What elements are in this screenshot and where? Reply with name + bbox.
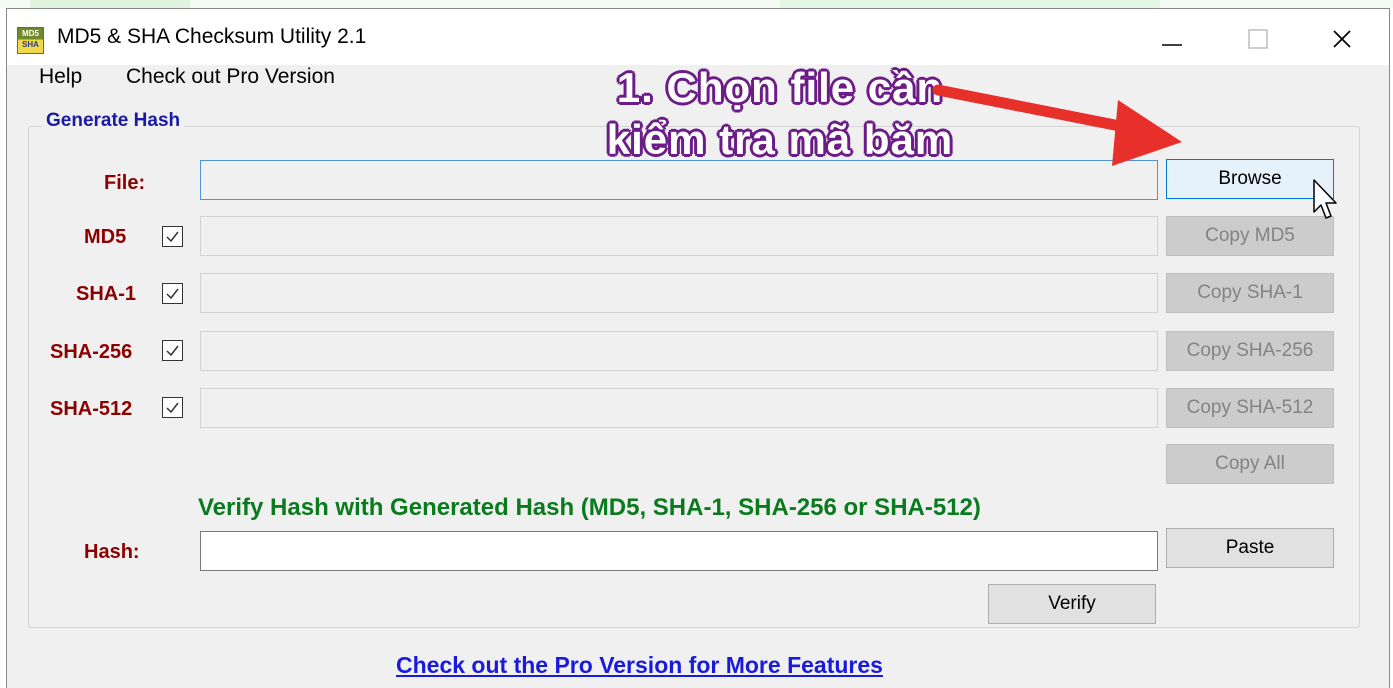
window-title: MD5 & SHA Checksum Utility 2.1 bbox=[57, 25, 367, 48]
check-icon bbox=[166, 402, 179, 414]
copy-md5-button[interactable]: Copy MD5 bbox=[1166, 216, 1334, 256]
annotation-callout: 1. Chọn file cần kiểm tra mã băm bbox=[590, 62, 970, 166]
maximize-button[interactable] bbox=[1223, 17, 1293, 61]
mouse-cursor-icon bbox=[1313, 179, 1337, 219]
sha512-output-field[interactable] bbox=[200, 388, 1158, 428]
sha512-checkbox[interactable] bbox=[162, 397, 183, 418]
menu-check-out-pro[interactable]: Check out Pro Version bbox=[126, 65, 335, 89]
sha1-checkbox[interactable] bbox=[162, 283, 183, 304]
copy-sha256-button[interactable]: Copy SHA-256 bbox=[1166, 331, 1334, 371]
check-icon bbox=[166, 231, 179, 243]
file-label: File: bbox=[104, 172, 146, 194]
close-button[interactable] bbox=[1307, 17, 1377, 61]
hash-input[interactable] bbox=[200, 531, 1158, 571]
app-icon: MD5 SHA bbox=[17, 27, 44, 54]
md5-label: MD5 bbox=[84, 226, 127, 248]
annotation-arrow-icon bbox=[932, 84, 1182, 166]
generate-hash-title: Generate Hash bbox=[42, 110, 185, 132]
sha256-checkbox[interactable] bbox=[162, 340, 183, 361]
verify-button[interactable]: Verify bbox=[988, 584, 1156, 624]
menu-help[interactable]: Help bbox=[39, 65, 82, 89]
sha256-label: SHA-256 bbox=[50, 341, 133, 363]
paste-button[interactable]: Paste bbox=[1166, 528, 1334, 568]
check-icon bbox=[166, 345, 179, 357]
copy-sha1-button[interactable]: Copy SHA-1 bbox=[1166, 273, 1334, 313]
md5-output-field[interactable] bbox=[200, 216, 1158, 256]
annotation-line-2: kiểm tra mã băm bbox=[606, 116, 954, 163]
maximize-icon bbox=[1248, 29, 1268, 49]
minimize-icon bbox=[1162, 44, 1182, 46]
hash-label: Hash: bbox=[84, 541, 140, 563]
browse-button[interactable]: Browse bbox=[1166, 159, 1334, 199]
copy-sha512-button[interactable]: Copy SHA-512 bbox=[1166, 388, 1334, 428]
md5-checkbox[interactable] bbox=[162, 226, 183, 247]
minimize-button[interactable] bbox=[1137, 17, 1207, 61]
verify-section-title: Verify Hash with Generated Hash (MD5, SH… bbox=[198, 494, 981, 521]
close-icon bbox=[1333, 30, 1351, 48]
annotation-line-1: 1. Chọn file cần bbox=[616, 64, 944, 111]
sha1-output-field[interactable] bbox=[200, 273, 1158, 313]
sha1-label: SHA-1 bbox=[76, 283, 137, 305]
check-icon bbox=[166, 288, 179, 300]
background-strip bbox=[0, 0, 1393, 8]
pro-version-link[interactable]: Check out the Pro Version for More Featu… bbox=[396, 652, 883, 679]
copy-all-button[interactable]: Copy All bbox=[1166, 444, 1334, 484]
sha512-label: SHA-512 bbox=[50, 398, 133, 420]
title-bar: MD5 SHA MD5 & SHA Checksum Utility 2.1 bbox=[7, 9, 1389, 65]
sha256-output-field[interactable] bbox=[200, 331, 1158, 371]
